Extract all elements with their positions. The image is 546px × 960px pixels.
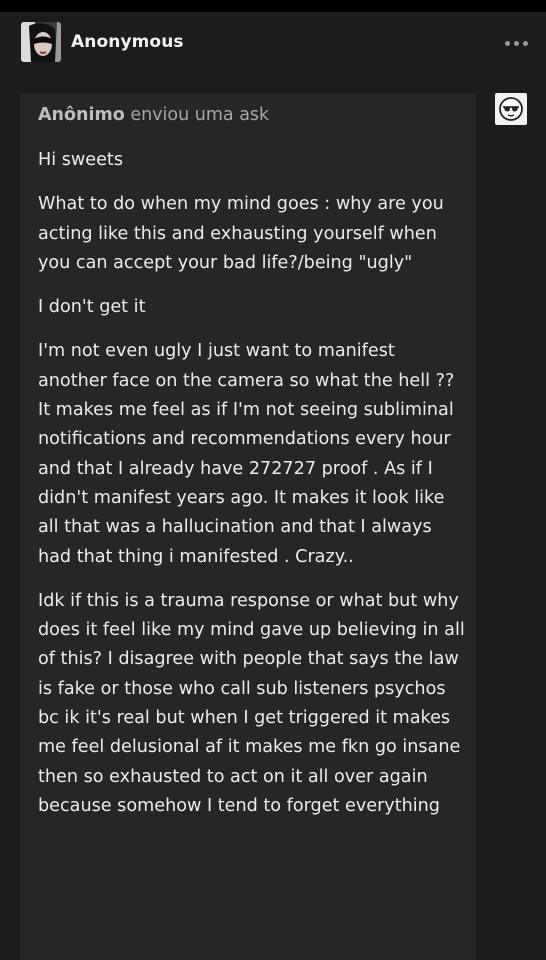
more-horizontal-icon: [504, 40, 510, 46]
more-horizontal-icon: [513, 40, 519, 46]
asker-action: enviou uma ask: [130, 105, 270, 125]
asker-line: Anônimo enviou uma ask: [38, 105, 269, 125]
more-options-button[interactable]: [500, 32, 532, 54]
ask-box: Anônimo enviou uma ask Hi sweets What to…: [20, 93, 476, 960]
avatar[interactable]: [21, 22, 61, 62]
more-horizontal-icon: [522, 40, 528, 46]
asker-avatar[interactable]: [495, 93, 527, 125]
post-author-name[interactable]: Anonymous: [71, 32, 184, 52]
ask-paragraph: Idk if this is a trauma response or what…: [38, 590, 465, 816]
ask-body: Hi sweets What to do when my mind goes :…: [38, 146, 468, 836]
top-bar: [0, 0, 546, 12]
ask-paragraph: I'm not even ugly I just want to manifes…: [38, 341, 455, 567]
post-header: Anonymous: [0, 12, 546, 80]
ask-paragraph: What to do when my mind goes : why are y…: [38, 194, 444, 273]
avatar-image: [21, 22, 61, 62]
anonymous-sunglasses-face-icon: [499, 97, 523, 121]
ask-paragraph: Hi sweets: [38, 150, 123, 170]
ask-paragraph: I don't get it: [38, 297, 146, 318]
asker-name: Anônimo: [38, 105, 125, 125]
